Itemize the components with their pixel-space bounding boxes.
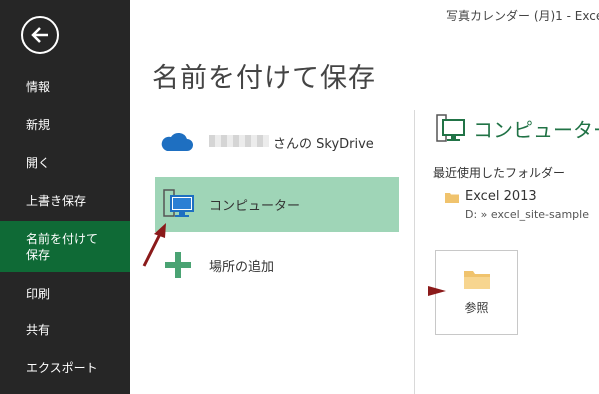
recent-folder-path: D: » excel_site-sample — [465, 208, 589, 221]
place-computer[interactable]: コンピューター — [155, 177, 399, 232]
nav-item-open[interactable]: 開く — [0, 155, 130, 171]
computer-icon — [436, 114, 465, 142]
computer-icon — [163, 189, 194, 217]
recent-folder-name: Excel 2013 — [465, 189, 537, 204]
place-label: コンピューター — [209, 199, 301, 214]
place-label: 場所の追加 — [209, 260, 275, 275]
backstage-sidebar: 情報 新規 開く 上書き保存 名前を付けて 保存 印刷 共有 エクスポート — [0, 0, 130, 394]
nav-item-export[interactable]: エクスポート — [0, 360, 130, 376]
nav-item-save-as[interactable]: 名前を付けて 保存 — [0, 221, 130, 272]
back-button[interactable] — [21, 16, 59, 54]
nav-item-new[interactable]: 新規 — [0, 117, 130, 133]
nav-item-info[interactable]: 情報 — [0, 79, 130, 95]
pane-divider — [414, 110, 415, 394]
nav-item-print[interactable]: 印刷 — [0, 286, 130, 302]
annotation-arrow — [428, 286, 446, 296]
cloud-icon — [161, 132, 193, 151]
page-title: 名前を付けて保存 — [152, 63, 376, 94]
folder-icon — [445, 193, 459, 203]
plus-icon — [165, 252, 191, 278]
place-skydrive[interactable]: さんの SkyDrive — [155, 114, 399, 169]
nav-item-save[interactable]: 上書き保存 — [0, 193, 130, 209]
redacted-username — [209, 135, 269, 147]
back-arrow-icon — [31, 27, 48, 43]
window-title: 写真カレンダー (月)1 - Excel — [446, 9, 599, 23]
nav-item-share[interactable]: 共有 — [0, 322, 130, 338]
folder-icon — [464, 271, 490, 289]
browse-label: 参照 — [464, 301, 489, 315]
right-pane-title: コンピューター — [473, 118, 599, 142]
recent-folders-label: 最近使用したフォルダー — [433, 166, 566, 180]
annotation-arrow — [142, 223, 166, 267]
place-add[interactable]: 場所の追加 — [155, 238, 399, 293]
place-label: さんの SkyDrive — [273, 137, 374, 152]
